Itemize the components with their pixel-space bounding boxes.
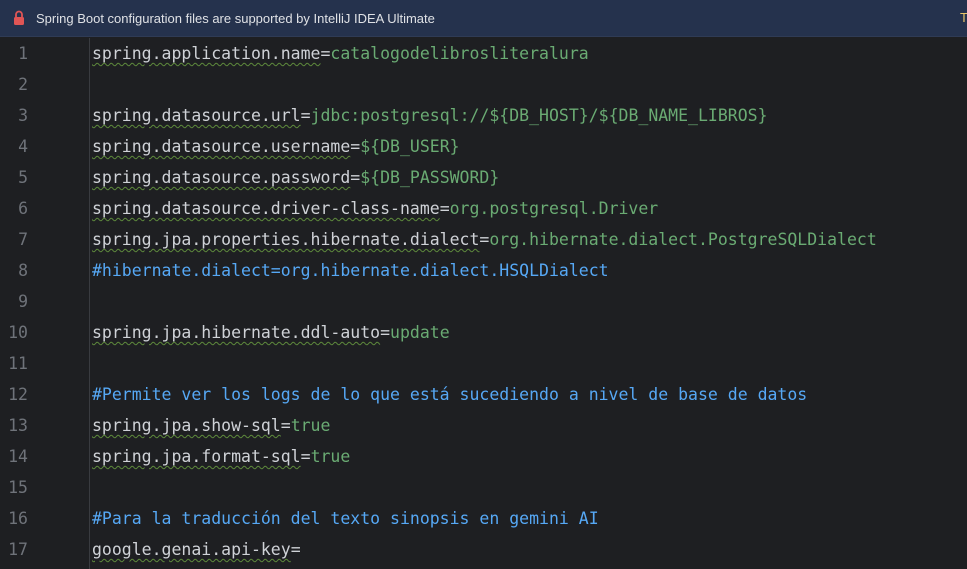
code-line[interactable]: 10 spring.jpa.hibernate.ddl-auto=update — [0, 317, 967, 348]
code-line[interactable]: 8 #hibernate.dialect=org.hibernate.dialec… — [0, 255, 967, 286]
line-content[interactable]: spring.jpa.hibernate.ddl-auto=update — [92, 317, 450, 348]
property-value: ${DB_USER} — [360, 137, 460, 156]
property-key: spring.jpa.properties.hibernate.dialect — [92, 230, 480, 249]
line-number: 10 — [8, 323, 28, 342]
code-line[interactable]: 16 #Para la traducción del texto sinopsis… — [0, 503, 967, 534]
line-content[interactable]: spring.jpa.properties.hibernate.dialect=… — [92, 224, 877, 255]
property-value: true — [290, 416, 331, 435]
property-value: jdbc:postgresql://${DB_HOST}/${DB_NAME_L… — [310, 106, 768, 125]
assignment-operator: = — [380, 323, 391, 342]
assignment-operator: = — [280, 416, 291, 435]
assignment-operator: = — [290, 540, 301, 559]
property-value: org.postgresql.Driver — [449, 199, 659, 218]
property-key: spring.jpa.show-sql — [92, 416, 281, 435]
plugin-banner: Spring Boot configuration files are supp… — [0, 0, 967, 37]
line-number: 1 — [18, 44, 28, 63]
line-number: 13 — [8, 416, 28, 435]
property-key: spring.jpa.format-sql — [92, 447, 301, 466]
line-number: 4 — [18, 137, 28, 156]
line-number: 17 — [8, 540, 28, 559]
line-content[interactable]: spring.jpa.format-sql=true — [92, 441, 350, 472]
line-content[interactable]: spring.datasource.username=${DB_USER} — [92, 131, 460, 162]
code-line[interactable]: 1 spring.application.name=catalogodelibro… — [0, 38, 967, 69]
line-number: 12 — [8, 385, 28, 404]
code-line[interactable]: 14 spring.jpa.format-sql=true — [0, 441, 967, 472]
code-editor[interactable]: 1 spring.application.name=catalogodelibro… — [0, 38, 967, 569]
line-content[interactable]: #hibernate.dialect=org.hibernate.dialect… — [92, 255, 609, 286]
line-content[interactable]: #Para la traducción del texto sinopsis e… — [92, 503, 599, 534]
property-key: spring.datasource.password — [92, 168, 351, 187]
line-number: 3 — [18, 106, 28, 125]
property-key: google.genai.api-key — [92, 540, 291, 559]
comment-text: #hibernate.dialect=org.hibernate.dialect… — [92, 261, 609, 280]
assignment-operator: = — [320, 44, 331, 63]
line-number: 5 — [18, 168, 28, 187]
code-line[interactable]: 11 — [0, 348, 967, 379]
banner-action-link[interactable]: T — [960, 10, 967, 25]
code-line[interactable]: 3 spring.datasource.url=jdbc:postgresql:/… — [0, 100, 967, 131]
banner-message: Spring Boot configuration files are supp… — [36, 10, 435, 26]
line-content[interactable]: #Permite ver los logs de lo que está suc… — [92, 379, 807, 410]
property-key: spring.jpa.hibernate.ddl-auto — [92, 323, 381, 342]
line-content[interactable]: spring.application.name=catalogodelibros… — [92, 38, 589, 69]
assignment-operator: = — [300, 106, 311, 125]
property-key: spring.datasource.username — [92, 137, 351, 156]
code-line[interactable]: 7 spring.jpa.properties.hibernate.dialect… — [0, 224, 967, 255]
line-number: 15 — [8, 478, 28, 497]
assignment-operator: = — [439, 199, 450, 218]
assignment-operator: = — [350, 168, 361, 187]
line-number: 14 — [8, 447, 28, 466]
line-number: 16 — [8, 509, 28, 528]
property-value: update — [390, 323, 450, 342]
line-number: 2 — [18, 75, 28, 94]
property-key: spring.application.name — [92, 44, 321, 63]
property-value: true — [310, 447, 351, 466]
line-number: 11 — [8, 354, 28, 373]
property-value: catalogodelibrosliteralura — [330, 44, 589, 63]
line-content[interactable]: spring.jpa.show-sql=true — [92, 410, 330, 441]
line-content[interactable]: spring.datasource.url=jdbc:postgresql://… — [92, 100, 768, 131]
assignment-operator: = — [479, 230, 490, 249]
line-number: 7 — [18, 230, 28, 249]
property-value: ${DB_PASSWORD} — [360, 168, 500, 187]
property-key: spring.datasource.url — [92, 106, 301, 125]
code-line[interactable]: 4 spring.datasource.username=${DB_USER} — [0, 131, 967, 162]
comment-text: #Para la traducción del texto sinopsis e… — [92, 509, 599, 528]
property-key: spring.datasource.driver-class-name — [92, 199, 440, 218]
code-line[interactable]: 5 spring.datasource.password=${DB_PASSWOR… — [0, 162, 967, 193]
assignment-operator: = — [300, 447, 311, 466]
property-value: org.hibernate.dialect.PostgreSQLDialect — [489, 230, 877, 249]
lock-icon — [13, 10, 25, 26]
code-line[interactable]: 12 #Permite ver los logs de lo que está s… — [0, 379, 967, 410]
code-line[interactable]: 15 — [0, 472, 967, 503]
code-line[interactable]: 13 spring.jpa.show-sql=true — [0, 410, 967, 441]
line-content[interactable]: spring.datasource.password=${DB_PASSWORD… — [92, 162, 499, 193]
line-number: 8 — [18, 261, 28, 280]
code-line[interactable]: 6 spring.datasource.driver-class-name=org… — [0, 193, 967, 224]
line-number: 9 — [18, 292, 28, 311]
line-number: 6 — [18, 199, 28, 218]
assignment-operator: = — [350, 137, 361, 156]
code-line[interactable]: 9 — [0, 286, 967, 317]
comment-text: #Permite ver los logs de lo que está suc… — [92, 385, 808, 404]
code-line[interactable]: 2 — [0, 69, 967, 100]
code-line[interactable]: 17 google.genai.api-key= — [0, 534, 967, 565]
line-content[interactable]: google.genai.api-key= — [92, 534, 301, 565]
line-content[interactable]: spring.datasource.driver-class-name=org.… — [92, 193, 658, 224]
